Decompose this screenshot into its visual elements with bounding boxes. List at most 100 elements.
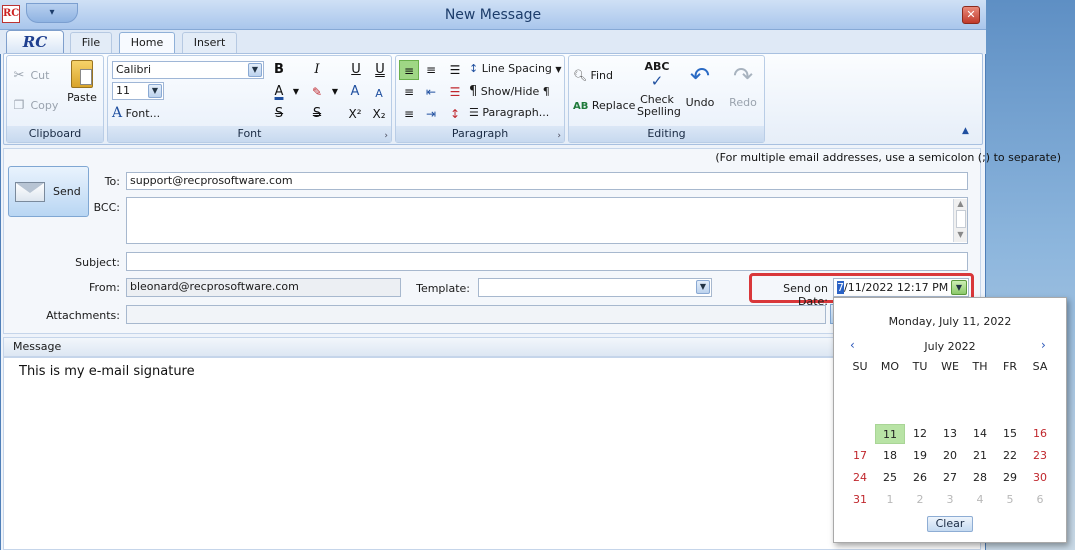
calendar-day[interactable]: 28: [965, 468, 995, 488]
quick-access-dropdown[interactable]: ▾: [26, 3, 78, 23]
calendar-day[interactable]: 16: [1025, 424, 1055, 444]
grow-font-icon[interactable]: A: [345, 82, 365, 102]
calendar-day[interactable]: 29: [995, 468, 1025, 488]
highlight-icon[interactable]: ✎: [307, 82, 327, 102]
calendar-day[interactable]: 18: [875, 446, 905, 466]
calendar-day[interactable]: 6: [1025, 490, 1055, 510]
justify-icon[interactable]: ≡: [399, 104, 419, 124]
app-icon[interactable]: RC: [2, 5, 20, 23]
calendar-day[interactable]: 5: [995, 490, 1025, 510]
weekday-fr: FR: [1003, 360, 1017, 373]
send-button[interactable]: Send: [8, 166, 89, 217]
bold-icon[interactable]: B: [269, 60, 289, 80]
calendar-day[interactable]: 24: [845, 468, 875, 488]
double-strike-icon[interactable]: S: [307, 104, 327, 124]
redo-button[interactable]: ↷ Redo: [726, 60, 760, 109]
underline-icon[interactable]: U: [346, 60, 366, 80]
tab-home[interactable]: Home: [119, 32, 175, 55]
application-menu-button[interactable]: RC: [6, 30, 64, 54]
font-group-label: Font: [108, 126, 391, 142]
editing-group: 🔍︎ Find AB Replace ABC ✓ Check Spelling ↶…: [568, 55, 765, 143]
paragraph-dialog-launcher[interactable]: ›: [557, 131, 561, 141]
calendar-day[interactable]: 30: [1025, 468, 1055, 488]
font-group: Calibri ▼ 11 ▼ A Font... B I U U A ▼ ✎ ▼…: [107, 55, 392, 143]
increase-indent-icon[interactable]: ⇥: [421, 104, 441, 124]
bcc-field[interactable]: [126, 197, 968, 244]
strikethrough-icon[interactable]: S: [269, 104, 289, 124]
show-hide-button[interactable]: ¶ Show/Hide ¶: [469, 84, 550, 99]
line-spacing-button[interactable]: ↕ Line Spacing ▼: [469, 62, 562, 75]
font-family-select[interactable]: Calibri ▼: [112, 61, 264, 79]
calendar-day[interactable]: 11: [875, 424, 905, 444]
to-field[interactable]: support@recprosoftware.com: [126, 172, 968, 190]
cut-button[interactable]: ✂ Cut: [11, 68, 50, 83]
scroll-thumb[interactable]: [955, 210, 966, 228]
calendar-day[interactable]: 19: [905, 446, 935, 466]
collapse-ribbon-icon[interactable]: ▲: [962, 126, 969, 136]
chevron-down-icon[interactable]: ▼: [286, 82, 306, 102]
attachments-field[interactable]: [126, 305, 826, 324]
calendar-day[interactable]: 31: [845, 490, 875, 510]
paste-button[interactable]: Paste: [65, 60, 99, 104]
message-text[interactable]: This is my e-mail signature: [19, 364, 195, 379]
subject-field[interactable]: [126, 252, 968, 271]
scroll-up-icon[interactable]: ▲: [954, 199, 967, 208]
superscript-icon[interactable]: X²: [345, 104, 365, 124]
align-left-icon[interactable]: ≡: [399, 60, 419, 80]
calendar-day[interactable]: 21: [965, 446, 995, 466]
calendar-day[interactable]: 27: [935, 468, 965, 488]
chevron-right-icon[interactable]: ›: [1041, 338, 1046, 352]
calendar-day[interactable]: 2: [905, 490, 935, 510]
calendar-day[interactable]: 25: [875, 468, 905, 488]
template-select[interactable]: ▼: [478, 278, 712, 297]
align-center-icon[interactable]: ≡: [421, 60, 441, 80]
font-dialog-launcher[interactable]: ›: [384, 131, 388, 141]
calendar-day[interactable]: 3: [935, 490, 965, 510]
tab-file[interactable]: File: [70, 32, 112, 54]
paragraph-group: ≡ ≡ ☰ ≡ ⇤ ☰ ≡ ⇥ ↕ ↕ Line Spacing ▼ ¶ Sho…: [395, 55, 565, 143]
subscript-icon[interactable]: X₂: [369, 104, 389, 124]
close-button[interactable]: ✕: [962, 6, 980, 24]
double-underline-icon[interactable]: U: [370, 60, 390, 80]
scroll-down-icon[interactable]: ▼: [954, 230, 967, 239]
sort-icon[interactable]: ↕: [445, 104, 465, 124]
replace-button[interactable]: AB Replace: [573, 99, 635, 112]
bullets-icon[interactable]: ☰: [445, 60, 465, 80]
check-spelling-button[interactable]: ABC ✓ Check Spelling: [637, 60, 681, 118]
copy-button[interactable]: ❐ Copy: [11, 98, 59, 112]
calendar-day[interactable]: 13: [935, 424, 965, 444]
calendar-day[interactable]: 1: [875, 490, 905, 510]
calendar-day[interactable]: 12: [905, 424, 935, 444]
redo-icon: ↷: [732, 62, 754, 90]
calendar-day[interactable]: 23: [1025, 446, 1055, 466]
numbering-icon[interactable]: ☰: [445, 82, 465, 102]
calendar-dropdown-icon[interactable]: ▼: [951, 280, 967, 295]
italic-icon[interactable]: I: [307, 60, 327, 80]
tab-insert[interactable]: Insert: [182, 32, 237, 54]
bcc-scrollbar[interactable]: ▲ ▼: [953, 199, 967, 242]
attachments-label: Attachments:: [46, 309, 120, 322]
font-dialog-button[interactable]: A Font...: [112, 105, 160, 121]
calendar-day[interactable]: 20: [935, 446, 965, 466]
paragraph-dialog-button[interactable]: ☰ Paragraph...: [469, 106, 549, 119]
decrease-indent-icon[interactable]: ⇤: [421, 82, 441, 102]
calendar-day[interactable]: 15: [995, 424, 1025, 444]
send-label: Send: [53, 185, 81, 198]
find-button[interactable]: 🔍︎ Find: [573, 69, 613, 82]
date-picker-popup: Monday, July 11, 2022 ‹ July 2022 › SU MO…: [833, 297, 1067, 543]
calendar-day[interactable]: 14: [965, 424, 995, 444]
calendar-day[interactable]: 17: [845, 446, 875, 466]
calendar-day[interactable]: 22: [995, 446, 1025, 466]
send-on-date-field[interactable]: 7/11/2022 12:17 PM: [833, 278, 969, 297]
calendar-month-year[interactable]: July 2022: [834, 340, 1066, 353]
shrink-font-icon[interactable]: A: [369, 84, 389, 104]
align-right-icon[interactable]: ≡: [399, 82, 419, 102]
chevron-down-icon: ▼: [696, 280, 710, 294]
font-size-select[interactable]: 11 ▼: [112, 82, 164, 100]
calendar-day[interactable]: 26: [905, 468, 935, 488]
undo-button[interactable]: ↶ Undo: [683, 60, 717, 109]
clear-date-button[interactable]: Clear: [927, 516, 973, 532]
chevron-down-icon[interactable]: ▼: [325, 82, 345, 102]
calendar-day[interactable]: 4: [965, 490, 995, 510]
address-hint: (For multiple email addresses, use a sem…: [715, 151, 1061, 164]
